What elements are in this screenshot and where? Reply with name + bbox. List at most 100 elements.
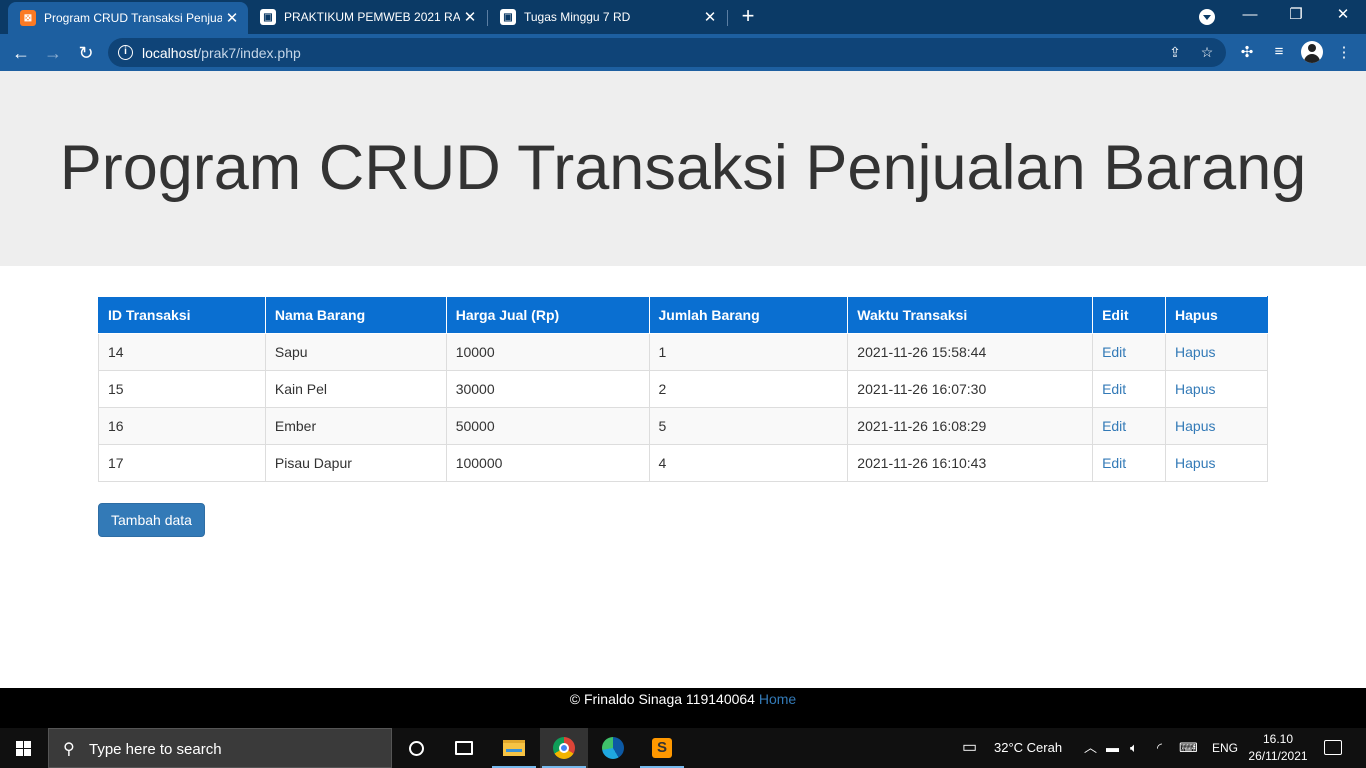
cell-hapus: Hapus bbox=[1165, 370, 1268, 408]
close-window-button[interactable]: ✕ bbox=[1320, 0, 1366, 34]
cell-id: 14 bbox=[98, 333, 266, 371]
cortana-icon bbox=[408, 740, 424, 756]
column-header-nama: Nama Barang bbox=[264, 296, 447, 334]
edit-link[interactable]: Edit bbox=[1102, 418, 1126, 434]
cell-waktu: 2021-11-26 16:10:43 bbox=[847, 444, 1094, 482]
tab-praktikum-pemweb[interactable]: ▣ PRAKTIKUM PEMWEB 2021 RA, RB ✕ bbox=[248, 0, 486, 34]
cell-id: 15 bbox=[98, 370, 266, 408]
keyboard-icon[interactable]: ⌨ bbox=[1179, 728, 1198, 768]
cell-jumlah: 4 bbox=[648, 444, 849, 482]
table-row: 17 Pisau Dapur 100000 4 2021-11-26 16:10… bbox=[98, 444, 1268, 482]
cell-harga: 10000 bbox=[445, 333, 650, 371]
cell-edit: Edit bbox=[1092, 407, 1167, 445]
cell-jumlah: 1 bbox=[648, 333, 849, 371]
bookmark-star-icon[interactable]: ☆ bbox=[1198, 44, 1216, 62]
edit-link[interactable]: Edit bbox=[1102, 344, 1126, 360]
classroom-icon: ▣ bbox=[500, 9, 516, 25]
show-hidden-icons-chevron-icon[interactable]: ︿ bbox=[1084, 728, 1097, 768]
close-tab-icon[interactable]: ✕ bbox=[460, 8, 480, 26]
column-header-harga: Harga Jual (Rp) bbox=[445, 296, 650, 334]
extensions-puzzle-icon[interactable]: ✣ bbox=[1237, 43, 1257, 63]
page-header: Program CRUD Transaksi Penjualan Barang bbox=[0, 71, 1366, 266]
task-view-button[interactable] bbox=[440, 728, 488, 768]
profile-avatar[interactable] bbox=[1301, 41, 1323, 63]
new-tab-button[interactable]: + bbox=[736, 5, 760, 29]
footer-home-link[interactable]: Home bbox=[759, 691, 796, 707]
site-info-icon[interactable]: i bbox=[118, 45, 133, 60]
tab-title: Program CRUD Transaksi Penjualan Barang bbox=[44, 11, 222, 25]
forward-arrow-icon[interactable]: → bbox=[40, 40, 66, 66]
reload-icon[interactable]: ↻ bbox=[73, 40, 99, 66]
edge-taskbar-button[interactable] bbox=[589, 728, 637, 768]
delete-link[interactable]: Hapus bbox=[1175, 418, 1215, 434]
taskbar-search-box[interactable]: ⚲ Type here to search bbox=[48, 728, 392, 768]
url-text[interactable]: localhost/prak7/index.php bbox=[142, 45, 301, 61]
taskbar-clock[interactable]: 16.10 26/11/2021 bbox=[1240, 731, 1316, 765]
cell-nama: Kain Pel bbox=[264, 370, 447, 408]
battery-icon[interactable]: ▬ bbox=[1106, 728, 1119, 768]
delete-link[interactable]: Hapus bbox=[1175, 455, 1215, 471]
cell-jumlah: 2 bbox=[648, 370, 849, 408]
address-bar[interactable]: i localhost/prak7/index.php ⇪ ☆ bbox=[108, 38, 1226, 67]
volume-icon[interactable]: 🔈︎ bbox=[1130, 728, 1138, 768]
windows-taskbar: ⚲ Type here to search S ▭ 32°C Cerah ︿ ▬… bbox=[0, 728, 1366, 768]
tab-tugas-minggu[interactable]: ▣ Tugas Minggu 7 RD ✕ bbox=[488, 0, 726, 34]
chrome-icon bbox=[553, 737, 575, 759]
back-arrow-icon[interactable]: ← bbox=[8, 40, 34, 66]
restore-button[interactable]: ❐ bbox=[1273, 0, 1319, 34]
edit-link[interactable]: Edit bbox=[1102, 455, 1126, 471]
delete-link[interactable]: Hapus bbox=[1175, 344, 1215, 360]
close-tab-icon[interactable]: ✕ bbox=[222, 9, 242, 27]
file-explorer-button[interactable] bbox=[490, 728, 538, 768]
language-indicator[interactable]: ENG bbox=[1212, 728, 1238, 768]
footer-copyright: © Frinaldo Sinaga 119140064 bbox=[569, 691, 755, 707]
cell-hapus: Hapus bbox=[1165, 444, 1268, 482]
tab-program-crud[interactable]: ⊠ Program CRUD Transaksi Penjualan Baran… bbox=[8, 2, 248, 34]
task-view-icon bbox=[455, 741, 473, 755]
search-placeholder: Type here to search bbox=[89, 741, 222, 758]
sublime-taskbar-button[interactable]: S bbox=[638, 728, 686, 768]
column-header-hapus: Hapus bbox=[1165, 296, 1268, 334]
page-title: Program CRUD Transaksi Penjualan Barang bbox=[59, 133, 1307, 203]
edge-icon bbox=[602, 737, 624, 759]
clock-date: 26/11/2021 bbox=[1248, 749, 1308, 763]
browser-tab-strip: ⊠ Program CRUD Transaksi Penjualan Baran… bbox=[0, 0, 1366, 34]
start-button[interactable] bbox=[0, 728, 48, 768]
table-header-row: ID Transaksi Nama Barang Harga Jual (Rp)… bbox=[98, 296, 1268, 334]
wifi-icon[interactable]: ◜ bbox=[1157, 728, 1162, 768]
delete-link[interactable]: Hapus bbox=[1175, 381, 1215, 397]
url-path: /prak7/index.php bbox=[197, 45, 301, 61]
media-queue-icon[interactable]: ≡ bbox=[1269, 43, 1289, 63]
cell-id: 17 bbox=[98, 444, 266, 482]
notification-center-icon[interactable] bbox=[1324, 740, 1342, 755]
cell-nama: Ember bbox=[264, 407, 447, 445]
weather-text[interactable]: 32°C Cerah bbox=[994, 728, 1062, 768]
cell-harga: 100000 bbox=[445, 444, 650, 482]
chrome-taskbar-button[interactable] bbox=[540, 728, 588, 768]
sublime-text-icon: S bbox=[652, 738, 672, 758]
cell-jumlah: 5 bbox=[648, 407, 849, 445]
cell-hapus: Hapus bbox=[1165, 407, 1268, 445]
share-icon[interactable]: ⇪ bbox=[1166, 44, 1184, 62]
classroom-icon: ▣ bbox=[260, 9, 276, 25]
add-data-button[interactable]: Tambah data bbox=[98, 503, 205, 537]
folder-icon bbox=[503, 740, 525, 756]
cell-edit: Edit bbox=[1092, 333, 1167, 371]
more-menu-icon[interactable]: ⋮ bbox=[1334, 43, 1354, 63]
clock-time: 16.10 bbox=[1262, 732, 1294, 746]
table-row: 16 Ember 50000 5 2021-11-26 16:08:29 Edi… bbox=[98, 407, 1268, 445]
cell-hapus: Hapus bbox=[1165, 333, 1268, 371]
close-tab-icon[interactable]: ✕ bbox=[700, 8, 720, 26]
table-row: 15 Kain Pel 30000 2 2021-11-26 16:07:30 … bbox=[98, 370, 1268, 408]
column-header-id: ID Transaksi bbox=[98, 296, 266, 334]
windows-logo-icon bbox=[16, 741, 32, 756]
tab-search-dropdown-icon[interactable] bbox=[1199, 9, 1215, 25]
minimize-button[interactable]: — bbox=[1227, 0, 1273, 34]
cell-id: 16 bbox=[98, 407, 266, 445]
cell-nama: Pisau Dapur bbox=[264, 444, 447, 482]
edit-link[interactable]: Edit bbox=[1102, 381, 1126, 397]
weather-icon[interactable]: ▭ bbox=[962, 728, 977, 768]
cortana-button[interactable] bbox=[392, 728, 440, 768]
cell-harga: 30000 bbox=[445, 370, 650, 408]
cell-nama: Sapu bbox=[264, 333, 447, 371]
